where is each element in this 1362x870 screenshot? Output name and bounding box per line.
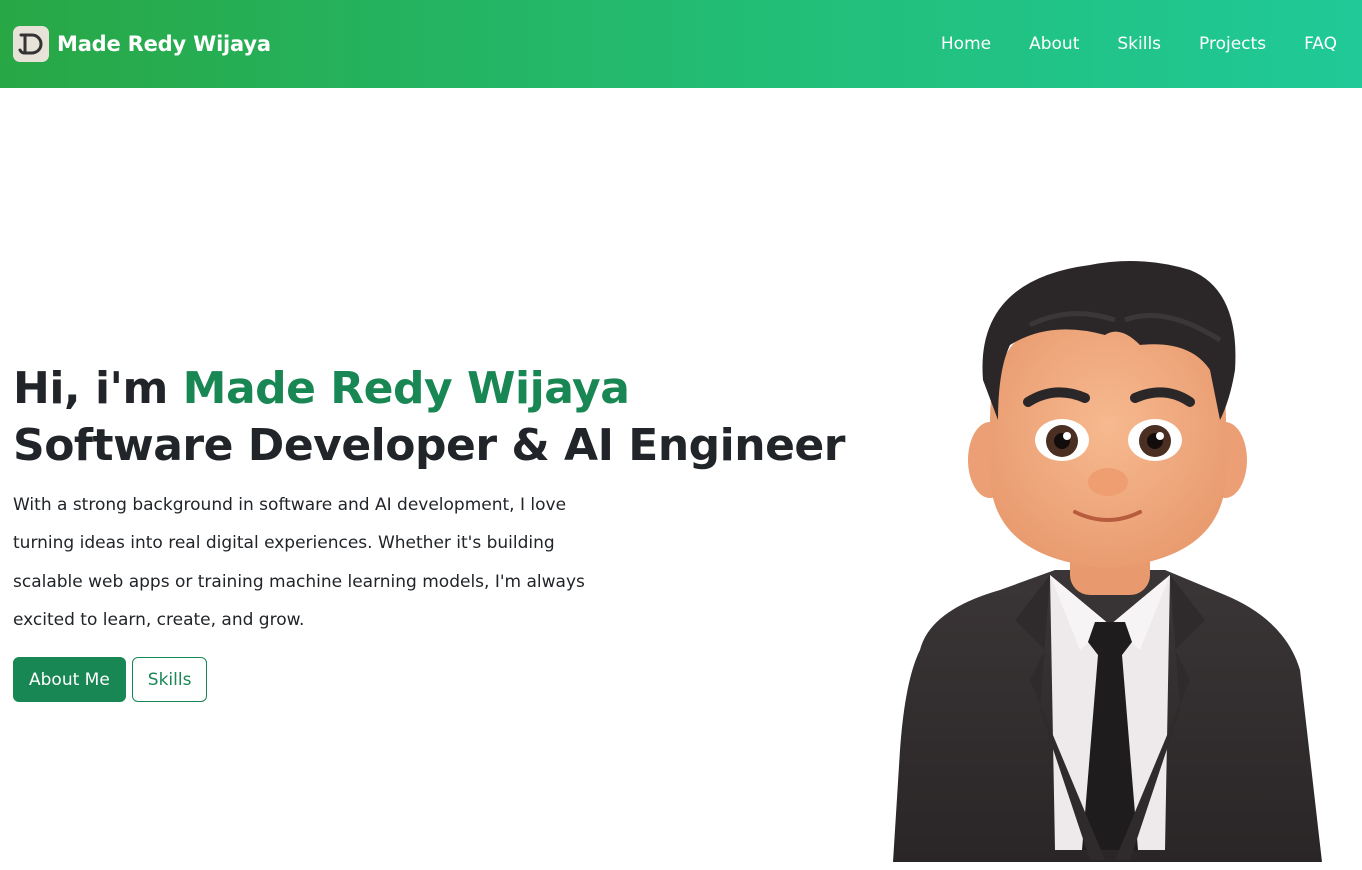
nav-link-home[interactable]: Home	[922, 34, 1010, 54]
brand-name: Made Redy Wijaya	[57, 32, 271, 56]
navbar: Made Redy Wijaya Home About Skills Proje…	[0, 0, 1362, 88]
nav-links: Home About Skills Projects FAQ	[922, 0, 1362, 88]
avatar-illustration	[890, 250, 1330, 865]
skills-button[interactable]: Skills	[131, 657, 208, 703]
hero-role: Software Developer & AI Engineer	[13, 420, 845, 471]
nav-link-skills[interactable]: Skills	[1098, 34, 1180, 54]
nav-link-projects[interactable]: Projects	[1180, 34, 1285, 54]
nav-link-about[interactable]: About	[1010, 34, 1098, 54]
hero-heading: Hi, i'm Made Redy Wijaya Software Develo…	[13, 360, 845, 474]
brand-logo-icon	[13, 26, 49, 62]
hero-greeting: Hi, i'm	[13, 363, 183, 414]
brand[interactable]: Made Redy Wijaya	[13, 26, 271, 62]
about-me-button[interactable]: About Me	[13, 657, 126, 703]
hero-section: Hi, i'm Made Redy Wijaya Software Develo…	[13, 360, 845, 703]
nav-link-faq[interactable]: FAQ	[1285, 34, 1356, 54]
hero-name: Made Redy Wijaya	[182, 363, 630, 414]
hero-description: With a strong background in software and…	[13, 495, 585, 630]
hero-buttons: About Me Skills	[13, 657, 813, 703]
